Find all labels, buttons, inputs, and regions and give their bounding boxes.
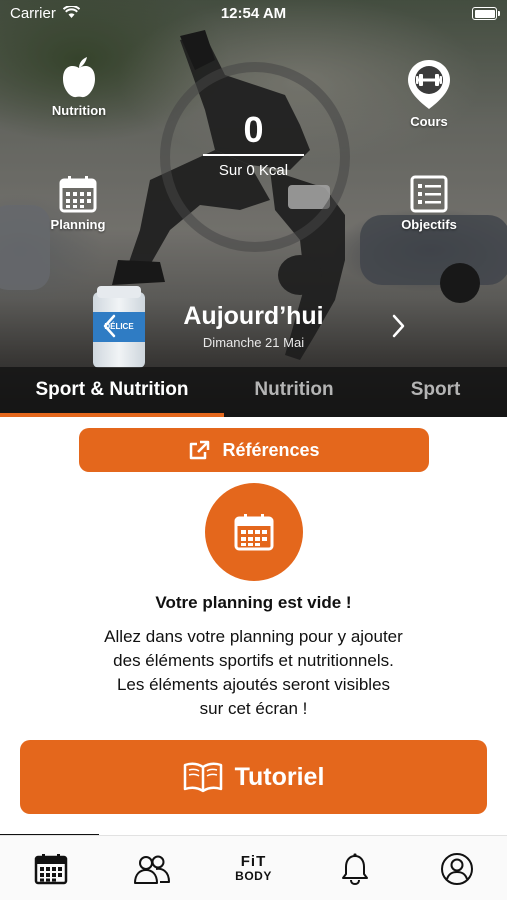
tutorial-button[interactable]: Tutoriel	[20, 740, 487, 814]
kcal-subtitle: Sur 0 Kcal	[218, 161, 289, 179]
bell-icon	[341, 853, 368, 885]
checklist-icon	[410, 175, 448, 213]
planning-label: Planning	[50, 217, 106, 232]
chevron-right-icon[interactable]	[392, 314, 406, 338]
references-button[interactable]: Références	[79, 428, 429, 472]
kcal-summary: 0 Sur 0 Kcal	[195, 110, 312, 179]
kcal-value: 0	[243, 109, 264, 150]
calendar-icon	[234, 514, 274, 551]
calendar-icon	[34, 853, 67, 884]
segment-tabs: Sport & Nutrition Nutrition Sport	[0, 367, 507, 417]
battery-icon	[472, 7, 500, 20]
clock: 12:54 AM	[220, 5, 287, 22]
empty-state-text: Allez dans votre planning pour y ajouter…	[104, 627, 403, 718]
date-title: Aujourd’hui	[183, 302, 324, 330]
open-book-icon	[183, 762, 222, 793]
apple-icon	[63, 57, 95, 98]
cours-label: Cours	[410, 114, 448, 129]
tab-sport[interactable]: Sport	[364, 367, 507, 417]
objectifs-shortcut[interactable]: Objectifs	[384, 175, 474, 232]
date-subtitle: Dimanche 21 Mai	[202, 335, 305, 350]
tutorial-label: Tutoriel	[234, 762, 325, 791]
tab-nutrition[interactable]: Nutrition	[224, 367, 364, 417]
nutrition-label: Nutrition	[51, 103, 107, 118]
references-label: Références	[222, 439, 320, 460]
nav-profile[interactable]	[406, 836, 507, 900]
nav-notifications[interactable]	[304, 836, 405, 900]
kcal-divider	[203, 154, 304, 156]
nav-community[interactable]	[101, 836, 202, 900]
nav-planning[interactable]	[0, 836, 101, 900]
nav-fitbody-home[interactable]: FiT BODY	[203, 836, 304, 900]
status-bar: Carrier 12:54 AM	[0, 0, 507, 28]
nutrition-shortcut[interactable]: Nutrition	[34, 55, 124, 118]
bottom-nav: FiT BODY	[0, 835, 507, 900]
profile-icon	[440, 852, 473, 885]
cours-shortcut[interactable]: Cours	[384, 58, 474, 129]
active-tab-indicator	[0, 413, 224, 417]
dumbbell-pin-icon	[408, 60, 450, 109]
objectifs-label: Objectifs	[401, 217, 457, 232]
planning-shortcut[interactable]: Planning	[33, 175, 123, 232]
external-link-icon	[190, 440, 210, 460]
fitbody-logo: FiT BODY	[235, 852, 272, 883]
calendar-icon	[59, 176, 97, 213]
tab-sport-nutrition[interactable]: Sport & Nutrition	[0, 367, 224, 417]
empty-state-title: Votre planning est vide !	[155, 593, 352, 612]
hero-banner: Carrier 12:54 AM Nutrition Cours Plannin…	[0, 0, 507, 417]
empty-planning-badge	[205, 483, 303, 581]
community-icon	[133, 855, 170, 884]
